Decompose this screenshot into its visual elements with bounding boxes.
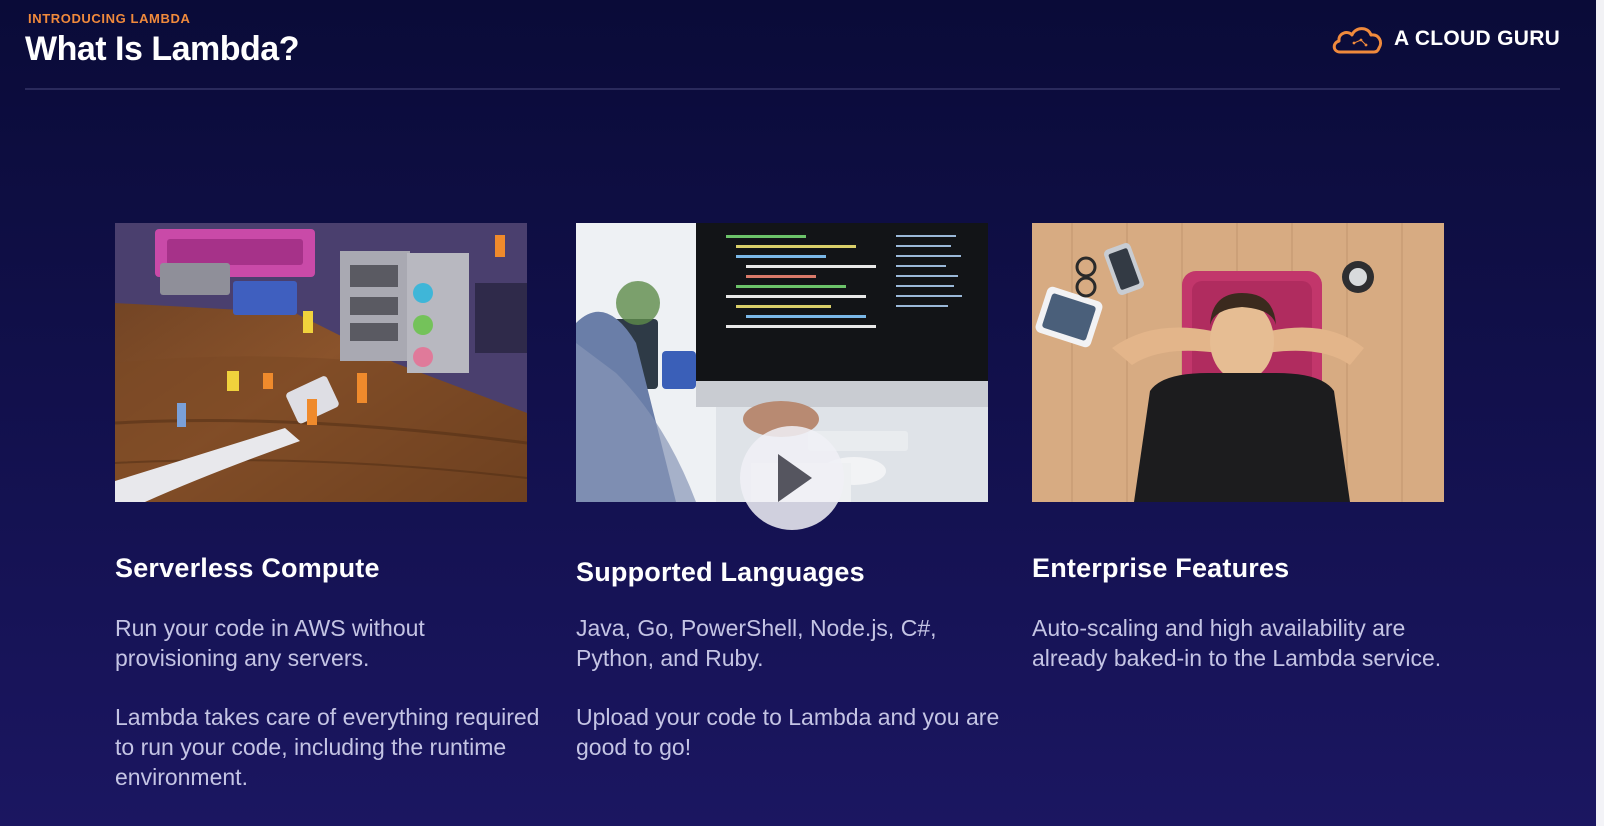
video-play-button[interactable] bbox=[740, 426, 844, 530]
eyebrow-label: INTRODUCING LAMBDA bbox=[28, 11, 191, 26]
card-text: Run your code in AWS without provisionin… bbox=[115, 615, 425, 671]
side-strip bbox=[1596, 0, 1604, 826]
card-text: Java, Go, PowerShell, Node.js, C#, Pytho… bbox=[576, 615, 937, 671]
page-title: What Is Lambda? bbox=[25, 30, 299, 68]
card-title: Supported Languages bbox=[576, 557, 865, 587]
brand-name: A CLOUD GURU bbox=[1394, 27, 1561, 50]
brand: A CLOUD GURU bbox=[1330, 20, 1560, 58]
header-divider bbox=[25, 88, 1560, 90]
card-title: Enterprise Features bbox=[1032, 553, 1290, 583]
card-text: Lambda takes care of everything required… bbox=[115, 704, 540, 790]
card-title: Serverless Compute bbox=[115, 553, 380, 583]
motherboard-workers-image bbox=[115, 223, 527, 502]
play-icon bbox=[778, 454, 812, 502]
slide: INTRODUCING LAMBDA What Is Lambda? A CLO… bbox=[0, 0, 1604, 826]
relaxing-man-image bbox=[1032, 223, 1444, 502]
cloud-logo-icon bbox=[1332, 27, 1383, 54]
card-text: Upload your code to Lambda and you are g… bbox=[576, 704, 1000, 760]
card-text: Auto-scaling and high availability are a… bbox=[1032, 615, 1442, 671]
